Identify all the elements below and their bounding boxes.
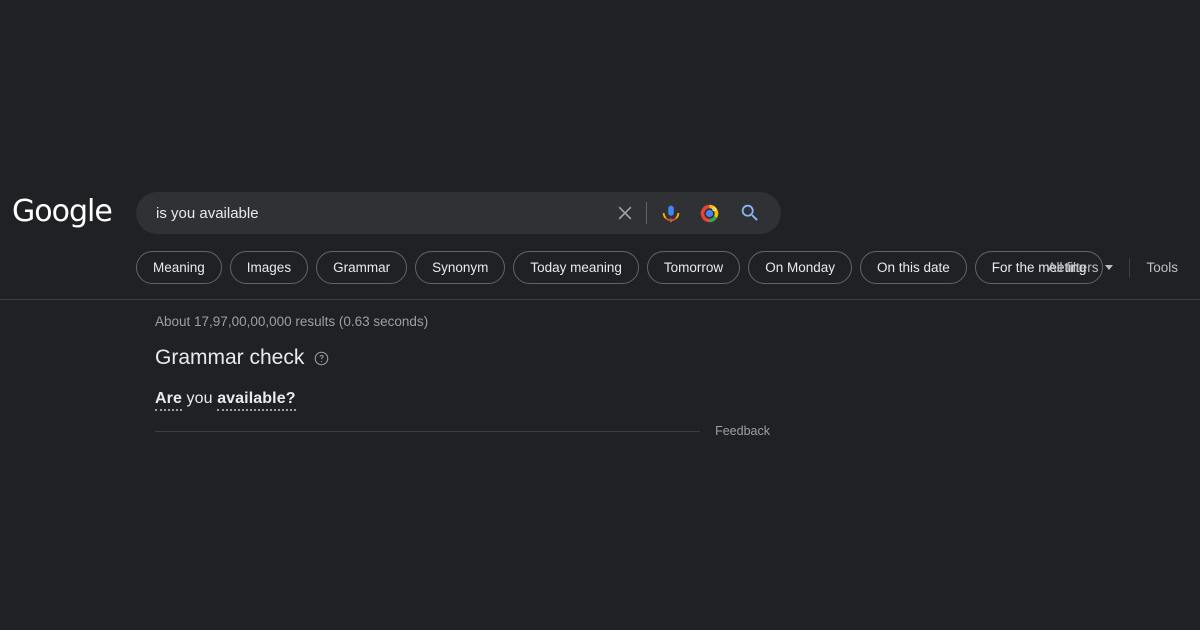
header-tools-group: All filters Tools [1037, 251, 1188, 284]
search-header: Google is you available Meaning Images G… [0, 0, 1200, 300]
filter-chips-row: Meaning Images Grammar Synonym Today mea… [136, 251, 1104, 284]
google-search-results-page: Google is you available Meaning Images G… [0, 0, 1200, 630]
search-input[interactable] [136, 192, 608, 234]
filter-chip-grammar[interactable]: Grammar [316, 251, 408, 284]
grammar-check-header: Grammar check [155, 346, 329, 370]
filter-chip-synonym[interactable]: Synonym [415, 251, 506, 284]
result-stats: About 17,97,00,00,000 results (0.63 seco… [155, 314, 429, 329]
filter-chip-tomorrow[interactable]: Tomorrow [646, 251, 741, 284]
google-logo-text: Google [12, 194, 113, 229]
tools-divider [1129, 257, 1131, 278]
chevron-down-icon [1105, 265, 1114, 270]
filter-chip-today-meaning[interactable]: Today meaning [513, 251, 639, 284]
google-lens-icon[interactable] [693, 196, 725, 230]
tools-button[interactable]: Tools [1136, 260, 1188, 275]
correction-word-3: available? [217, 390, 296, 411]
search-box[interactable] [136, 192, 781, 234]
filter-chip-on-monday[interactable]: On Monday [748, 251, 852, 284]
filter-chip-images[interactable]: Images [229, 251, 309, 284]
filter-chip-on-this-date[interactable]: On this date [859, 251, 967, 284]
close-icon[interactable] [608, 196, 642, 230]
search-icon[interactable] [731, 196, 769, 230]
grammar-footer: Feedback [155, 421, 770, 441]
grammar-correction-sentence: Are you available? [155, 390, 296, 411]
divider [155, 431, 700, 432]
all-filters-label: All filters [1047, 260, 1099, 275]
feedback-link[interactable]: Feedback [715, 421, 770, 441]
correction-word-2: you [186, 390, 213, 407]
search-box-divider [646, 202, 647, 224]
google-logo[interactable]: Google [12, 196, 113, 228]
microphone-icon[interactable] [655, 196, 687, 230]
page-title: Grammar check [155, 346, 305, 369]
all-filters-button[interactable]: All filters [1037, 260, 1123, 275]
filter-chip-meaning[interactable]: Meaning [136, 251, 222, 284]
help-circle-icon[interactable] [314, 351, 329, 366]
correction-word-1: Are [155, 390, 182, 411]
